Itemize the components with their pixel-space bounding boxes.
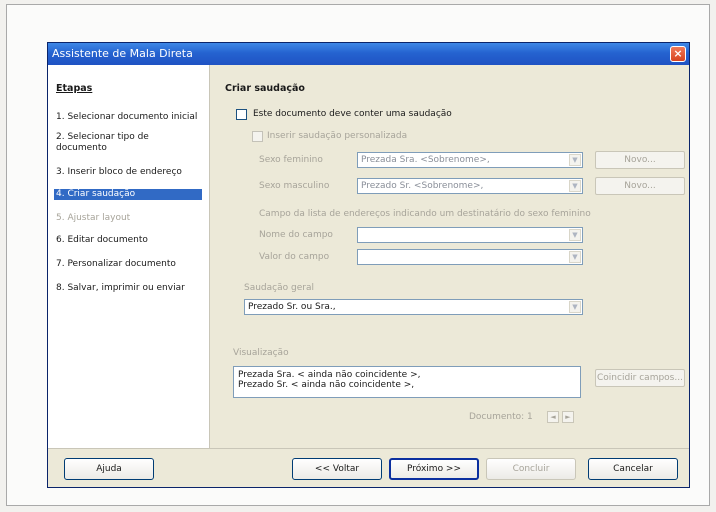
- finish-button: Concluir: [486, 458, 576, 480]
- step-save-print-send[interactable]: 8. Salvar, imprimir ou enviar: [54, 283, 202, 294]
- step-select-document-type[interactable]: 2. Selecionar tipo de documento: [54, 132, 202, 154]
- prev-document-icon: ◄: [547, 411, 559, 423]
- new-female-button: Novo...: [595, 151, 685, 169]
- field-value-label: Valor do campo: [259, 252, 330, 262]
- male-label: Sexo masculino: [259, 181, 330, 191]
- new-male-button: Novo...: [595, 177, 685, 195]
- field-name-select: ▼: [357, 227, 583, 243]
- step-adjust-layout: 5. Ajustar layout: [56, 213, 131, 223]
- personalized-salutation-label: Inserir saudação personalizada: [267, 131, 408, 141]
- steps-sidebar: Etapas 1. Selecionar documento inicial 2…: [48, 65, 210, 448]
- step-edit-document[interactable]: 6. Editar documento: [54, 235, 202, 246]
- salutation-checkbox-label: Este documento deve conter uma saudação: [253, 109, 452, 119]
- mail-merge-wizard-dialog: Assistente de Mala Direta × Etapas 1. Se…: [47, 42, 690, 488]
- step-create-salutation[interactable]: 4. Criar saudação: [54, 189, 202, 200]
- step-personalize-document[interactable]: 7. Personalizar documento: [54, 259, 202, 270]
- male-salutation-select: Prezado Sr. <Sobrenome>, ▼: [357, 178, 583, 194]
- salutation-preview: Prezada Sra. < ainda não coincidente >, …: [233, 366, 581, 398]
- field-name-label: Nome do campo: [259, 230, 333, 240]
- female-label: Sexo feminino: [259, 155, 323, 165]
- match-fields-button: Coincidir campos...: [595, 369, 685, 387]
- step-insert-address-block[interactable]: 3. Inserir bloco de endereço: [54, 167, 202, 178]
- title-bar: Assistente de Mala Direta ×: [48, 43, 689, 65]
- field-group-label: Campo da lista de endereços indicando um…: [259, 209, 591, 219]
- help-button[interactable]: Ajuda: [64, 458, 154, 480]
- female-salutation-value: Prezada Sra. <Sobrenome>,: [361, 155, 490, 165]
- chevron-down-icon: ▼: [569, 154, 581, 166]
- step-select-starting-document[interactable]: 1. Selecionar documento inicial: [54, 112, 202, 123]
- chevron-down-icon: ▼: [569, 229, 581, 241]
- document-counter: Documento: 1: [469, 412, 533, 422]
- male-salutation-value: Prezado Sr. <Sobrenome>,: [361, 181, 484, 191]
- page-title: Criar saudação: [225, 83, 305, 94]
- next-document-icon: ►: [562, 411, 574, 423]
- general-salutation-value: Prezado Sr. ou Sra.,: [248, 302, 336, 312]
- field-value-select: ▼: [357, 249, 583, 265]
- chevron-down-icon: ▼: [569, 301, 581, 313]
- chevron-down-icon: ▼: [569, 180, 581, 192]
- personalized-salutation-checkbox: [252, 131, 263, 142]
- female-salutation-select: Prezada Sra. <Sobrenome>, ▼: [357, 152, 583, 168]
- cancel-button[interactable]: Cancelar: [588, 458, 678, 480]
- steps-title: Etapas: [56, 83, 93, 94]
- salutation-panel: Criar saudação Este documento deve conte…: [211, 65, 689, 448]
- preview-label: Visualização: [233, 348, 289, 358]
- window-title: Assistente de Mala Direta: [52, 47, 193, 60]
- next-button[interactable]: Próximo >>: [389, 458, 479, 480]
- back-button[interactable]: << Voltar: [292, 458, 382, 480]
- dialog-footer: Ajuda << Voltar Próximo >> Concluir Canc…: [48, 448, 689, 487]
- general-salutation-select[interactable]: Prezado Sr. ou Sra., ▼: [244, 299, 583, 315]
- close-icon[interactable]: ×: [670, 46, 686, 62]
- preview-line-male: Prezado Sr. < ainda não coincidente >,: [238, 380, 415, 390]
- general-salutation-label: Saudação geral: [244, 283, 314, 293]
- preview-line-female: Prezada Sra. < ainda não coincidente >,: [238, 370, 421, 380]
- salutation-checkbox[interactable]: [236, 109, 247, 120]
- chevron-down-icon: ▼: [569, 251, 581, 263]
